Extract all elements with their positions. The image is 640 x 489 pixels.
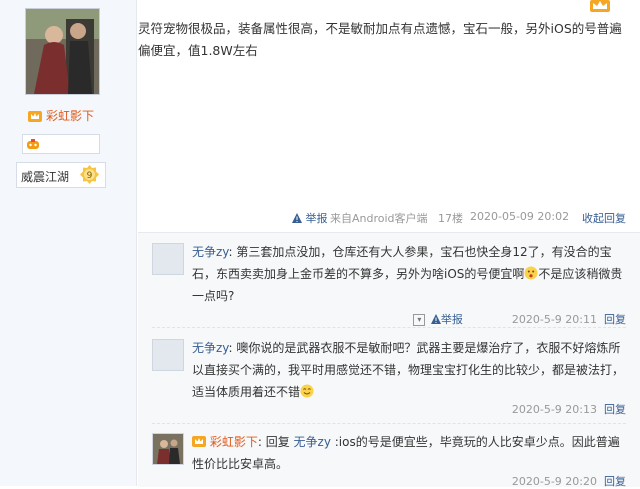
reply-text: 彩虹影下: 回复 无争zy :ios的号是便宜些，毕竟玩的人比安卓少点。因此普遍…: [192, 431, 624, 475]
dropdown-icon[interactable]: ▾: [413, 314, 426, 326]
game-badge-icon[interactable]: [27, 138, 39, 150]
warning-icon: [292, 213, 302, 223]
level-number: 9: [87, 171, 93, 181]
reply-avatar[interactable]: [152, 433, 184, 465]
post-date: 2020-05-09 20:02: [470, 210, 570, 223]
reply-username[interactable]: 无争zy: [192, 245, 229, 259]
report-label: 举报: [305, 212, 328, 225]
reply-divider: [152, 423, 626, 424]
reply-button[interactable]: 回复: [604, 313, 626, 326]
post-floor: 17楼: [438, 212, 463, 225]
reply-date: 2020-5-9 20:20: [511, 475, 597, 488]
reply-report-link[interactable]: 举报: [430, 313, 467, 326]
user-title-box: 威震江湖 9: [16, 162, 106, 188]
reply-date: 2020-5-9 20:13: [511, 403, 597, 416]
reply-text: 无争zy: 第三套加点没加，仓库还有大人参果，宝石也快全身12了，有没合的宝石，…: [192, 241, 624, 307]
reply-panel: 无争zy: 第三套加点没加，仓库还有大人参果，宝石也快全身12了，有没合的宝石，…: [138, 232, 640, 489]
user-title-label: 威震江湖: [21, 170, 70, 184]
user-sidebar: 彩虹影下 威震江湖 9: [0, 0, 137, 486]
reply-avatar[interactable]: [152, 243, 184, 275]
reply-avatar[interactable]: [152, 339, 184, 371]
username-link[interactable]: 彩虹影下: [46, 109, 94, 123]
reply-username[interactable]: 彩虹影下: [210, 435, 258, 449]
post-source: 来自Android客户端: [330, 212, 428, 225]
report-link[interactable]: 举报: [292, 210, 328, 226]
reply-button[interactable]: 回复: [604, 403, 626, 416]
username-row: 彩虹影下: [28, 109, 94, 123]
reply-divider: [152, 327, 626, 328]
reply-date: 2020-5-9 20:11: [511, 313, 597, 326]
post-content: 灵符宠物很极品，装备属性很高，不是敏耐加点有点遗憾，宝石一般，另外iOS的号普遍…: [138, 21, 622, 58]
member-crown-icon: [192, 436, 206, 447]
reply-body: : 噢你说的是武器衣服不是敏耐吧？武器主要是爆治疗了，衣服不好熔炼所以直接买个满…: [192, 341, 625, 399]
user-badge-box: [22, 134, 100, 154]
post-footer: 举报 来自Android客户端 17楼 2020-05-09 20:02 收起回…: [0, 210, 640, 228]
level-badge-icon: 9: [80, 165, 99, 184]
decorative-crown-icon: [590, 0, 610, 12]
reply-username[interactable]: 无争zy: [192, 341, 229, 355]
warning-icon: [430, 314, 441, 324]
reply-button[interactable]: 回复: [604, 475, 626, 488]
reply-target-user[interactable]: 无争zy: [294, 435, 331, 449]
reply-meta: ▾ 举报 2020-5-9 20:11 回复: [413, 311, 626, 327]
reply-text: 无争zy: 噢你说的是武器衣服不是敏耐吧？武器主要是爆治疗了，衣服不好熔炼所以直…: [192, 337, 624, 403]
surprised-emoji-icon: [524, 266, 538, 280]
user-avatar[interactable]: [25, 8, 100, 95]
reply-prefix: : 回复: [257, 435, 290, 449]
reply-meta: 2020-5-9 20:20 回复: [512, 473, 626, 489]
reply-report-label: 举报: [440, 313, 463, 326]
smile-emoji-icon: [300, 384, 314, 398]
collapse-replies-link[interactable]: 收起回复: [582, 210, 626, 226]
reply-meta: 2020-5-9 20:13 回复: [512, 401, 626, 417]
member-crown-icon: [28, 111, 42, 122]
